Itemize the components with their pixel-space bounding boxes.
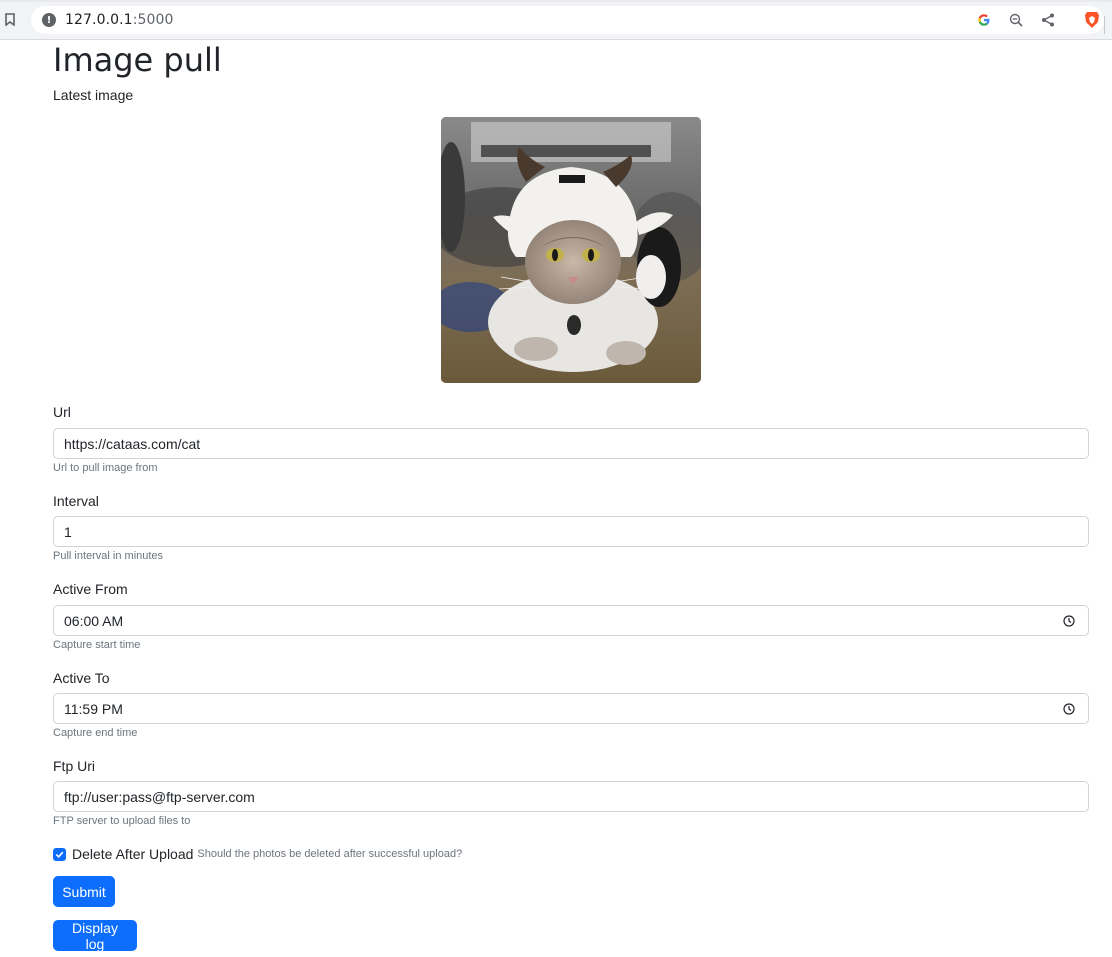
active-from-input[interactable]: 06:00 AM: [53, 605, 1089, 636]
interval-input[interactable]: [64, 523, 1078, 540]
interval-input-wrapper[interactable]: [53, 516, 1089, 547]
clock-icon[interactable]: [1063, 615, 1075, 627]
active-from-label: Active From: [53, 581, 128, 597]
submit-button[interactable]: Submit: [53, 876, 115, 907]
ftp-uri-help-text: FTP server to upload files to: [53, 815, 191, 827]
toolbar-separator: [1104, 16, 1105, 34]
info-icon[interactable]: !: [42, 13, 56, 27]
bookmark-icon[interactable]: [0, 8, 20, 30]
latest-image-label: Latest image: [53, 87, 134, 103]
active-to-label: Active To: [53, 670, 110, 686]
page-title: Image pull: [53, 41, 222, 79]
brave-icon[interactable]: [1083, 11, 1101, 29]
delete-after-upload-row: Delete After Upload Should the photos be…: [53, 846, 462, 862]
ftp-uri-input-wrapper[interactable]: [53, 781, 1089, 812]
delete-after-upload-checkbox[interactable]: [53, 847, 66, 861]
zoom-out-icon[interactable]: [1007, 11, 1025, 29]
url-input[interactable]: [64, 435, 1078, 452]
active-to-help-text: Capture end time: [53, 727, 138, 739]
share-icon[interactable]: [1039, 11, 1057, 29]
url-input-wrapper[interactable]: [53, 428, 1089, 459]
url-text[interactable]: 127.0.0.1:5000: [65, 12, 174, 28]
active-from-help-text: Capture start time: [53, 639, 141, 651]
url-host: 127.0.0.1: [65, 12, 133, 28]
address-bar[interactable]: ! 127.0.0.1:5000: [31, 6, 1105, 34]
ftp-uri-label: Ftp Uri: [53, 758, 95, 774]
clock-icon[interactable]: [1063, 703, 1075, 715]
browser-toolbar: ! 127.0.0.1:5000: [0, 0, 1112, 40]
interval-help-text: Pull interval in minutes: [53, 550, 164, 562]
active-from-value: 06:00 AM: [64, 612, 124, 629]
url-port: :5000: [132, 12, 174, 28]
display-log-button[interactable]: Display log: [53, 920, 137, 952]
url-label: Url: [53, 404, 71, 420]
checkmark-icon: [55, 851, 64, 858]
active-to-input[interactable]: 11:59 PM: [53, 693, 1089, 724]
tab-strip-edge: [0, 0, 1112, 2]
active-to-value: 11:59 PM: [64, 700, 123, 717]
delete-after-upload-label[interactable]: Delete After Upload: [72, 846, 193, 862]
delete-after-upload-help-text: Should the photos be deleted after succe…: [197, 848, 463, 860]
latest-image: [441, 117, 701, 383]
interval-label: Interval: [53, 493, 99, 509]
google-icon[interactable]: [975, 11, 993, 29]
url-help-text: Url to pull image from: [53, 462, 158, 474]
ftp-uri-input[interactable]: [64, 788, 1078, 805]
cat-photo: [441, 117, 701, 383]
